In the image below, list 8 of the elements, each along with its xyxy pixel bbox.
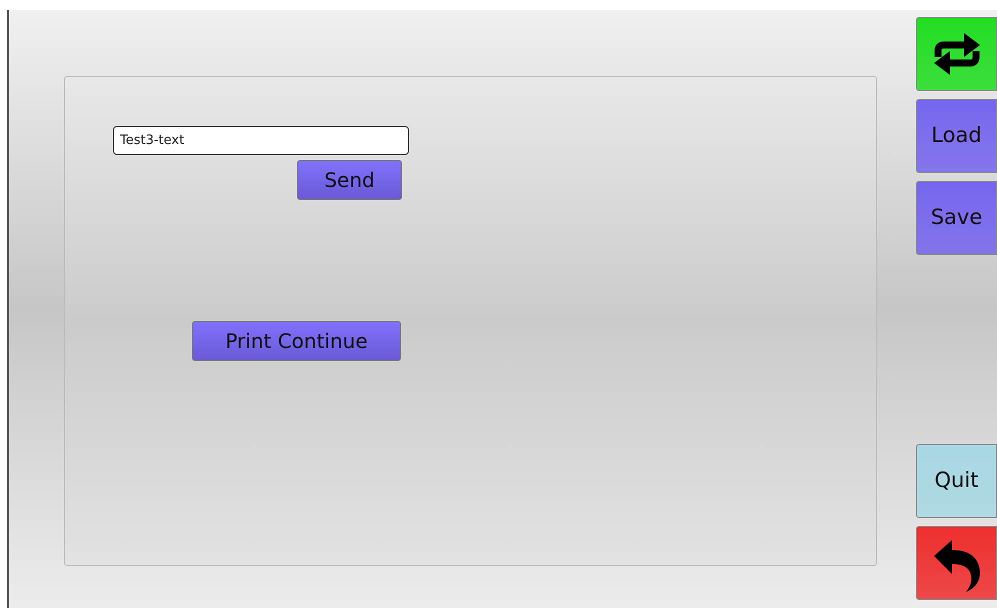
send-button[interactable]: Send: [297, 160, 402, 200]
print-continue-button[interactable]: Print Continue: [192, 321, 401, 361]
text-input-field[interactable]: Test3-text: [113, 126, 409, 155]
side-button[interactable]: Save: [916, 181, 997, 255]
curved-arrow-button[interactable]: [916, 526, 997, 600]
side-button[interactable]: Load: [916, 99, 997, 173]
swap-arrows-button[interactable]: [916, 17, 997, 91]
side-button[interactable]: Quit: [916, 444, 997, 518]
